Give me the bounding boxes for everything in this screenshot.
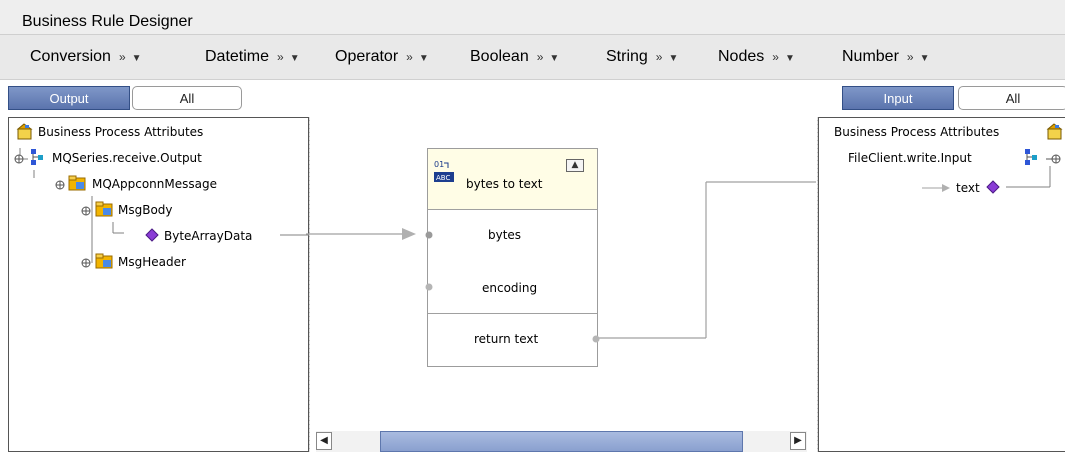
menu-label: Number <box>842 48 899 65</box>
dropdown-arrow-icon: ▼ <box>131 53 142 64</box>
tree-connector-lines <box>19 148 310 263</box>
double-chevron-icon: » <box>277 50 284 64</box>
expand-toggle-icon[interactable] <box>80 204 94 218</box>
title-bar: Business Rule Designer <box>0 0 1065 35</box>
link-target-marker <box>922 184 950 192</box>
double-chevron-icon: » <box>772 50 779 64</box>
svg-text:ABC: ABC <box>436 174 450 182</box>
output-port-return-text[interactable] <box>591 334 601 344</box>
window-title: Business Rule Designer <box>22 13 193 30</box>
folder-icon <box>68 175 86 191</box>
folder-icon <box>95 253 113 269</box>
menu-label: Boolean <box>470 48 529 65</box>
menu-number[interactable]: Number » ▼ <box>842 48 930 66</box>
menu-conversion[interactable]: Conversion » ▼ <box>30 48 142 66</box>
expand-toggle-icon[interactable] <box>80 256 94 270</box>
business-process-icon <box>16 123 33 140</box>
tab-input[interactable]: Input <box>842 86 954 110</box>
dropdown-arrow-icon: ▼ <box>919 53 930 64</box>
dropdown-arrow-icon: ▼ <box>418 53 429 64</box>
tree-node-fileclient[interactable]: FileClient.write.Input <box>848 151 972 165</box>
expand-toggle-icon[interactable] <box>54 178 68 192</box>
menu-label: Operator <box>335 48 399 65</box>
menu-label: Conversion <box>30 48 111 65</box>
menu-boolean[interactable]: Boolean » ▼ <box>470 48 559 66</box>
business-process-icon <box>1046 123 1063 140</box>
menu-operator[interactable]: Operator » ▼ <box>335 48 429 66</box>
function-box-bytes-to-text[interactable]: 01 ABC bytes to text ▲ bytes encoding re… <box>424 148 601 367</box>
tab-input-all[interactable]: All <box>958 86 1065 110</box>
tree-root-label: Business Process Attributes <box>834 125 1000 139</box>
scroll-right-button[interactable]: ▶ <box>790 432 806 450</box>
input-port-encoding-label: encoding <box>482 281 538 295</box>
diamond-leaf-icon <box>986 180 1000 194</box>
function-palette-toolbar: Conversion » ▼ Datetime » ▼ Operator » ▼ Boole… <box>0 35 1065 80</box>
tree-leaf-bytearraydata[interactable]: ByteArrayData <box>164 229 252 243</box>
expand-toggle-icon[interactable] <box>13 152 27 166</box>
menu-label: String <box>606 48 648 65</box>
input-port-bytes[interactable] <box>424 230 434 240</box>
tree-node-mqseries[interactable]: MQSeries.receive.Output <box>52 151 202 165</box>
function-box-divider <box>428 313 597 314</box>
input-port-encoding[interactable] <box>424 282 434 292</box>
collapse-button[interactable]: ▲ <box>566 159 584 172</box>
function-box-header[interactable]: 01 ABC bytes to text ▲ <box>428 149 597 210</box>
menu-nodes[interactable]: Nodes » ▼ <box>718 48 795 66</box>
input-port-bytes-label: bytes <box>488 228 522 242</box>
tree-node-msgbody[interactable]: MsgBody <box>118 203 173 217</box>
menu-label: Nodes <box>718 48 765 65</box>
scroll-thumb[interactable] <box>380 431 743 452</box>
double-chevron-icon: » <box>118 50 126 64</box>
menu-datetime[interactable]: Datetime » ▼ <box>205 48 300 66</box>
double-chevron-icon: » <box>655 50 663 64</box>
link-arrowhead <box>402 228 416 240</box>
double-chevron-icon: » <box>536 50 544 64</box>
diamond-leaf-icon <box>145 228 159 242</box>
tree-node-msgheader[interactable]: MsgHeader <box>118 255 186 269</box>
tree-node-mqappconnmessage[interactable]: MQAppconnMessage <box>92 177 217 191</box>
tab-output-all[interactable]: All <box>132 86 242 110</box>
output-port-return-text-label: return text <box>474 332 539 346</box>
dropdown-arrow-icon: ▼ <box>784 53 795 64</box>
double-chevron-icon: » <box>906 50 914 64</box>
dropdown-arrow-icon: ▼ <box>549 53 560 64</box>
double-chevron-icon: » <box>406 50 413 64</box>
folder-icon <box>95 201 113 217</box>
abc-conversion-icon: 01 ABC <box>434 160 454 182</box>
tab-output[interactable]: Output <box>8 86 130 110</box>
svg-text:01: 01 <box>434 160 444 169</box>
tree-root-label: Business Process Attributes <box>38 125 204 139</box>
function-box-title: bytes to text <box>466 177 543 191</box>
dropdown-arrow-icon: ▼ <box>668 53 679 64</box>
dropdown-arrow-icon: ▼ <box>289 53 300 64</box>
service-node-icon <box>31 149 43 165</box>
tree-connector-lines <box>1006 166 1051 188</box>
scroll-left-button[interactable]: ◀ <box>316 432 332 450</box>
menu-label: Datetime <box>205 48 270 65</box>
tree-leaf-text[interactable]: text <box>956 181 980 195</box>
menu-string[interactable]: String » ▼ <box>606 48 678 66</box>
